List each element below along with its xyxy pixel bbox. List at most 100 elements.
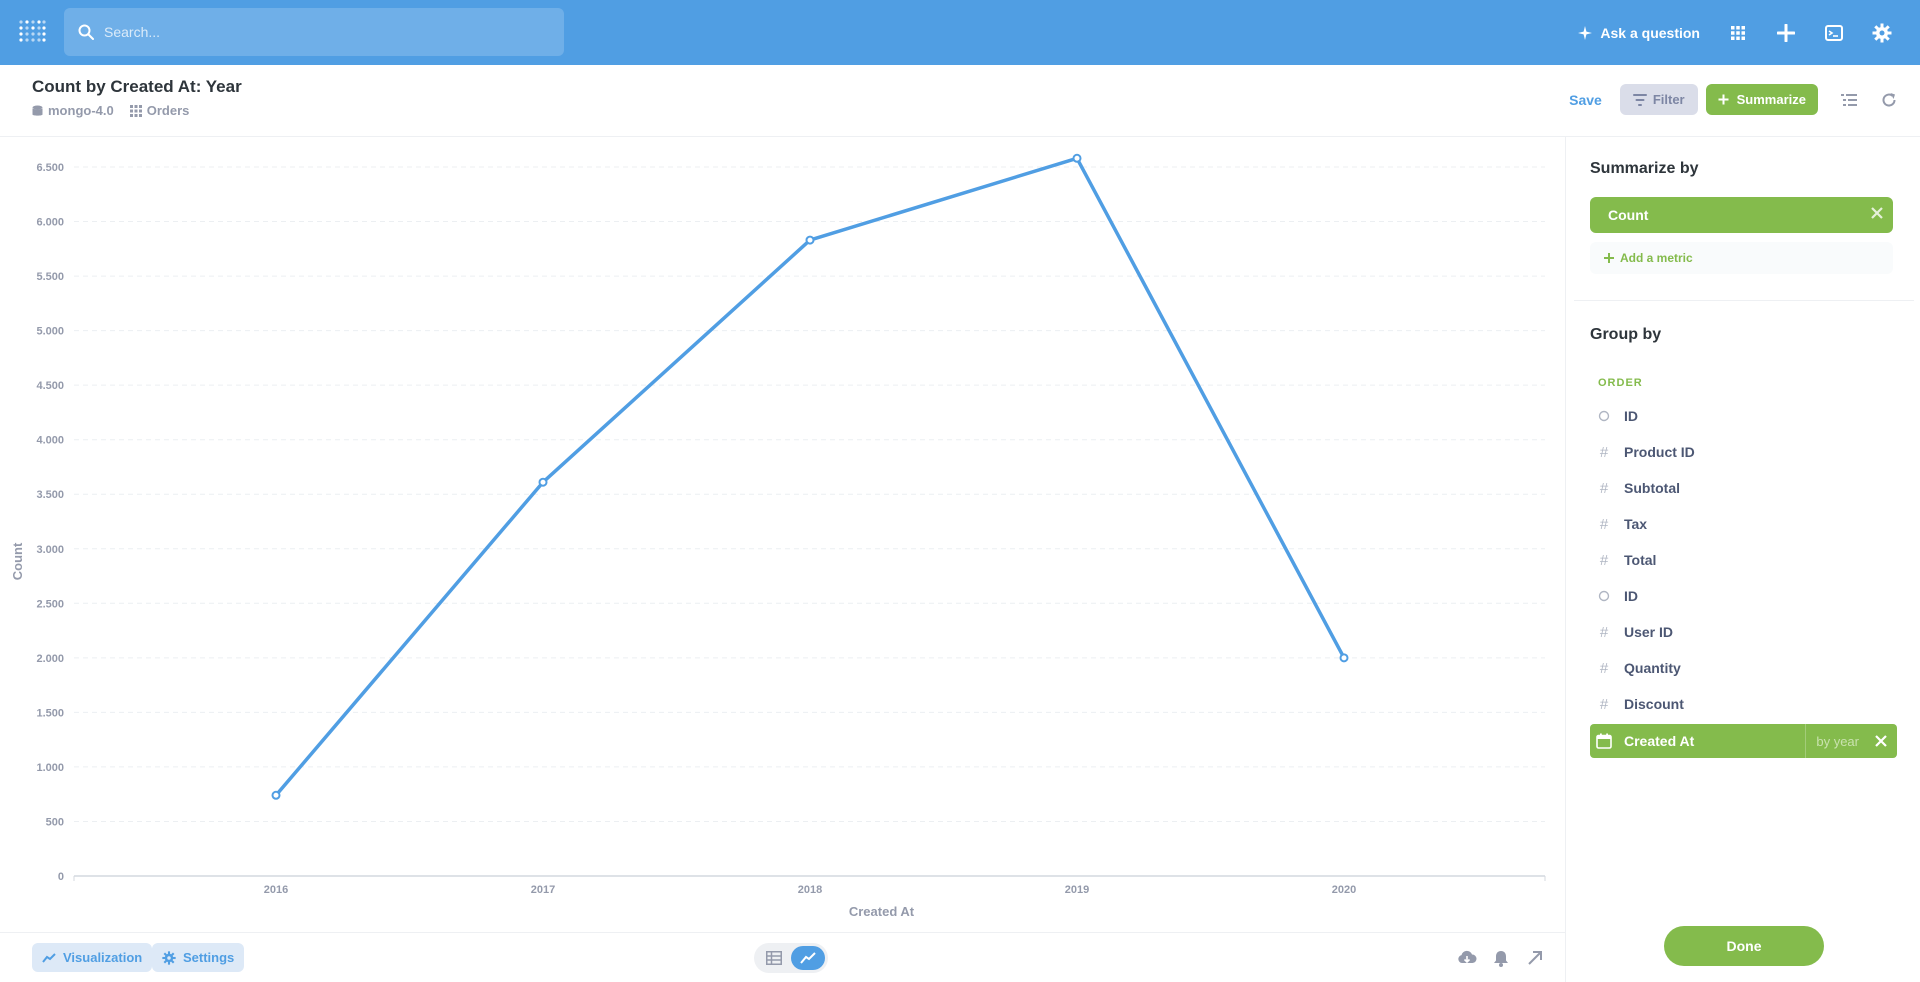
breadcrumb-table[interactable]: Orders bbox=[129, 103, 190, 118]
nav-actions: Ask a question bbox=[1578, 0, 1920, 65]
table-grid-icon bbox=[129, 104, 142, 117]
bottom-actions bbox=[1443, 948, 1545, 968]
y-tick-label: 5.000 bbox=[36, 326, 64, 338]
dimension-label: ID bbox=[1624, 408, 1638, 424]
divider bbox=[1574, 300, 1914, 301]
table-icon bbox=[766, 951, 782, 965]
y-tick-label: 5.500 bbox=[36, 271, 64, 283]
metric-count-pill[interactable]: Count bbox=[1590, 197, 1893, 233]
visualization-button[interactable]: Visualization bbox=[32, 943, 153, 972]
table-view-toggle[interactable] bbox=[757, 946, 791, 970]
dimension-label: ID bbox=[1624, 588, 1638, 604]
expand-arrow-icon[interactable] bbox=[1525, 948, 1545, 968]
ask-question-button[interactable]: Ask a question bbox=[1578, 25, 1700, 41]
line-chart: 0 500 1.000 1.500 2.000 2.500 3.000 3.500 4.000 4… bbox=[10, 153, 1546, 919]
settings-label: Settings bbox=[183, 950, 235, 965]
x-tick-label: 2018 bbox=[798, 884, 822, 896]
visualization-label: Visualization bbox=[63, 950, 143, 965]
number-hash-icon: # bbox=[1599, 443, 1609, 461]
y-tick-label: 0 bbox=[58, 871, 64, 883]
header-actions: Save Filter Summarize bbox=[1569, 84, 1920, 115]
chart-view-toggle[interactable] bbox=[791, 946, 825, 970]
dimension-label: Created At bbox=[1624, 733, 1695, 749]
summarize-by-heading: Summarize by bbox=[1590, 160, 1699, 177]
database-icon bbox=[32, 105, 43, 116]
dimension-label: User ID bbox=[1624, 624, 1674, 640]
dimension-label: Product ID bbox=[1624, 444, 1695, 460]
x-tick-label: 2020 bbox=[1332, 884, 1356, 896]
plus-icon bbox=[1604, 253, 1614, 263]
plus-icon bbox=[1718, 94, 1729, 105]
pk-circle-icon bbox=[1590, 590, 1618, 602]
line-chart-icon bbox=[42, 952, 56, 963]
settings-button[interactable]: Settings bbox=[152, 943, 245, 972]
x-tick-label: 2016 bbox=[264, 884, 288, 896]
filter-button[interactable]: Filter bbox=[1619, 84, 1698, 115]
metric-label: Count bbox=[1608, 207, 1649, 223]
dimension-label: Tax bbox=[1624, 516, 1648, 532]
series-line bbox=[274, 156, 1346, 797]
search-placeholder: Search... bbox=[104, 24, 161, 40]
dimension-item[interactable]: # Product ID bbox=[1590, 435, 1897, 469]
breadcrumb-database[interactable]: mongo-4.0 bbox=[32, 103, 114, 118]
top-nav: Search... Ask a question bbox=[0, 0, 1920, 65]
metabase-logo-icon[interactable] bbox=[18, 18, 46, 46]
dimension-item[interactable]: # Discount bbox=[1590, 687, 1897, 721]
ask-question-label: Ask a question bbox=[1600, 24, 1700, 41]
dimension-item[interactable]: # Tax bbox=[1590, 507, 1897, 541]
x-tick-label: 2017 bbox=[531, 884, 555, 896]
bell-icon[interactable] bbox=[1491, 948, 1511, 968]
save-button[interactable]: Save bbox=[1569, 92, 1602, 108]
y-tick-label: 3.000 bbox=[36, 544, 64, 556]
bottom-bar: Visualization Settings bbox=[0, 932, 1565, 982]
y-tick-label: 6.000 bbox=[36, 217, 64, 229]
calendar-icon bbox=[1590, 733, 1618, 749]
breadcrumb: mongo-4.0 Orders bbox=[32, 103, 205, 118]
y-tick-label: 1.000 bbox=[36, 762, 64, 774]
x-axis-label: Created At bbox=[849, 904, 915, 919]
dimension-item[interactable]: # Subtotal bbox=[1590, 471, 1897, 505]
number-hash-icon: # bbox=[1599, 515, 1609, 533]
terminal-icon[interactable] bbox=[1824, 23, 1844, 43]
notebook-list-icon[interactable] bbox=[1840, 91, 1858, 109]
y-tick-label: 4.000 bbox=[36, 435, 64, 447]
dimension-item[interactable]: # User ID bbox=[1590, 615, 1897, 649]
summarize-button[interactable]: Summarize bbox=[1705, 84, 1818, 115]
data-point bbox=[1072, 153, 1082, 163]
chart-area: 0 500 1.000 1.500 2.000 2.500 3.000 3.500 4.000 4… bbox=[0, 137, 1565, 932]
y-tick-label: 6.500 bbox=[36, 162, 64, 174]
dimension-item-selected[interactable]: Created At by year bbox=[1590, 724, 1897, 758]
search-input[interactable]: Search... bbox=[64, 8, 564, 56]
filter-icon bbox=[1632, 93, 1647, 106]
x-tick-label: 2019 bbox=[1065, 884, 1089, 896]
number-hash-icon: # bbox=[1599, 695, 1609, 713]
done-button[interactable]: Done bbox=[1664, 926, 1824, 966]
add-metric-label: Add a metric bbox=[1620, 251, 1693, 265]
grid-icon[interactable] bbox=[1728, 23, 1748, 43]
plus-icon[interactable] bbox=[1776, 23, 1796, 43]
gear-icon[interactable] bbox=[1872, 23, 1892, 43]
table-name: Orders bbox=[146, 103, 190, 118]
search-icon bbox=[78, 24, 94, 40]
dimension-label: Subtotal bbox=[1624, 480, 1680, 496]
dimension-item[interactable]: # Quantity bbox=[1590, 651, 1897, 685]
summarize-label: Summarize bbox=[1736, 92, 1806, 107]
close-icon[interactable] bbox=[1875, 735, 1887, 747]
data-point bbox=[538, 477, 548, 487]
number-hash-icon: # bbox=[1599, 479, 1609, 497]
download-icon[interactable] bbox=[1457, 948, 1477, 968]
line-chart-icon bbox=[800, 952, 816, 964]
dimension-item[interactable]: ID bbox=[1590, 399, 1897, 433]
number-hash-icon: # bbox=[1599, 551, 1609, 569]
sparkle-icon bbox=[1578, 25, 1593, 40]
question-header: Count by Created At: Year mongo-4.0 Orde… bbox=[0, 65, 1920, 137]
y-axis-label: Count bbox=[10, 542, 25, 580]
granularity-selector[interactable]: by year bbox=[1805, 724, 1859, 758]
y-tick-label: 2.500 bbox=[36, 598, 64, 610]
dimension-item[interactable]: ID bbox=[1590, 579, 1897, 613]
dimension-label: Total bbox=[1624, 552, 1657, 568]
refresh-icon[interactable] bbox=[1880, 91, 1898, 109]
add-metric-button[interactable]: Add a metric bbox=[1590, 242, 1893, 274]
dimension-item[interactable]: # Total bbox=[1590, 543, 1897, 577]
close-icon[interactable] bbox=[1871, 207, 1883, 219]
